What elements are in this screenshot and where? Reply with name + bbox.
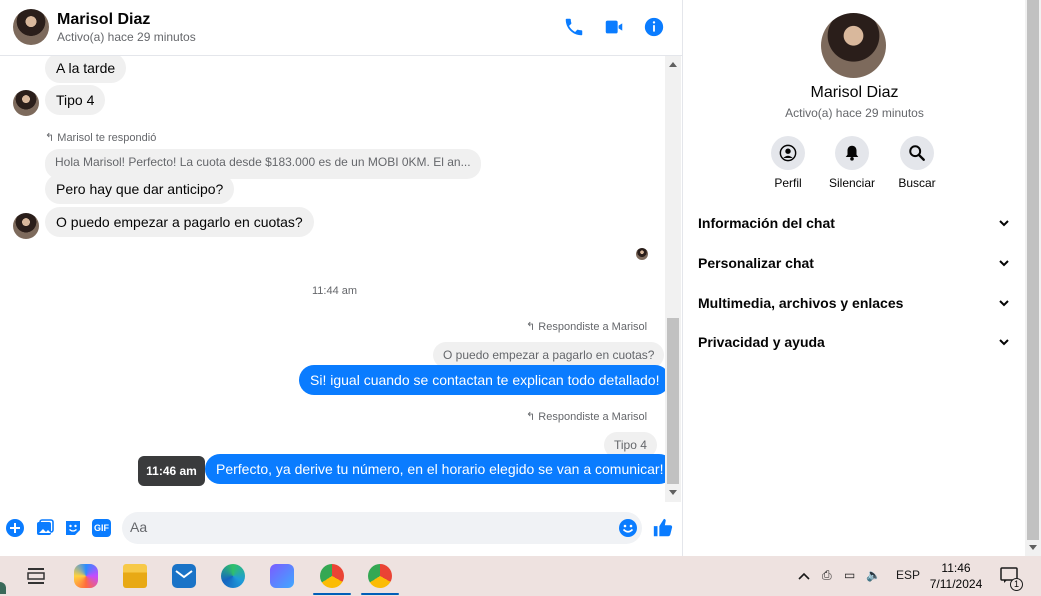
active-app-indicator — [313, 593, 351, 595]
reply-header: ↰ Marisol te respondió — [45, 131, 156, 144]
contact-status: Activo(a) hace 29 minutos — [57, 30, 196, 44]
message-incoming[interactable]: Tipo 4 — [45, 85, 106, 115]
profile-icon — [779, 144, 797, 162]
message-outgoing[interactable]: Si! igual cuando se contactan te explica… — [299, 365, 665, 395]
chevron-down-icon — [999, 260, 1009, 267]
clock-time: 11:46 — [941, 561, 971, 575]
section-label: Información del chat — [698, 215, 835, 231]
notification-badge: 1 — [1010, 578, 1023, 591]
contact-name[interactable]: Marisol Diaz — [57, 11, 150, 29]
profile-action[interactable]: Perfil — [753, 136, 823, 190]
reply-header-label: Marisol te respondió — [57, 132, 157, 144]
section-media-files[interactable]: Multimedia, archivos y enlaces — [698, 293, 1010, 313]
messenger-window: Marisol Diaz Activo(a) hace 29 minutos A… — [0, 0, 1041, 556]
widgets-edge — [0, 582, 6, 594]
composer: GIF — [0, 506, 682, 550]
gallery-icon[interactable] — [35, 518, 55, 538]
reply-header-label: Respondiste a Marisol — [538, 411, 648, 423]
chrome-profile-b-icon[interactable] — [368, 564, 392, 588]
profile-action-label: Perfil — [774, 176, 802, 190]
search-action-circle[interactable] — [900, 136, 934, 170]
volume-icon[interactable]: 🔈 — [866, 568, 881, 582]
contact-avatar[interactable] — [13, 9, 49, 45]
message-scrollbar[interactable] — [665, 56, 681, 502]
chat-panel: Marisol Diaz Activo(a) hace 29 minutos A… — [0, 0, 683, 556]
page-scroll-thumb[interactable] — [1027, 0, 1039, 540]
scroll-up-arrow[interactable] — [669, 62, 677, 67]
reply-arrow-icon: ↰ — [45, 132, 55, 144]
side-contact-name: Marisol Diaz — [810, 84, 899, 101]
info-icon[interactable] — [643, 16, 665, 38]
timestamp-divider: 11:44 am — [312, 285, 358, 297]
copilot-icon[interactable] — [74, 564, 98, 588]
gif-button[interactable]: GIF — [92, 519, 111, 537]
task-view-icon[interactable] — [24, 564, 48, 588]
page-scroll-down-arrow[interactable] — [1029, 545, 1037, 550]
edge-browser-icon[interactable] — [221, 564, 245, 588]
chevron-down-icon — [999, 339, 1009, 346]
section-label: Personalizar chat — [698, 255, 814, 271]
file-explorer-icon[interactable] — [123, 564, 147, 588]
message-incoming[interactable]: O puedo empezar a pagarlo en cuotas? — [45, 207, 314, 237]
chat-details-panel: Marisol Diaz Activo(a) hace 29 minutos P… — [684, 0, 1025, 556]
emoji-icon[interactable] — [618, 518, 638, 538]
search-action-label: Buscar — [898, 176, 936, 190]
search-icon — [909, 145, 925, 161]
time-tooltip: 11:46 am — [138, 456, 205, 486]
m365-icon[interactable] — [270, 564, 294, 588]
contact-avatar-large[interactable] — [821, 13, 886, 78]
page-scrollbar[interactable] — [1025, 0, 1041, 556]
mute-action[interactable]: Silenciar — [817, 136, 887, 190]
message-input[interactable] — [130, 519, 600, 535]
envelope-glyph — [175, 570, 193, 579]
plus-icon[interactable] — [5, 518, 25, 538]
section-label: Multimedia, archivos y enlaces — [698, 295, 904, 311]
language-indicator[interactable]: ESP — [896, 568, 920, 582]
chevron-down-icon — [999, 220, 1009, 227]
mute-action-circle[interactable] — [835, 136, 869, 170]
section-chat-info[interactable]: Información del chat — [698, 213, 1010, 233]
video-call-icon[interactable] — [603, 16, 625, 38]
reply-header: ↰ Respondiste a Marisol — [526, 320, 647, 333]
clock-date: 7/11/2024 — [929, 577, 983, 591]
message-incoming[interactable]: A la tarde — [45, 56, 127, 83]
seen-receipt-avatar — [636, 248, 648, 260]
scroll-thumb[interactable] — [667, 318, 679, 484]
side-contact-status: Activo(a) hace 29 minutos — [785, 106, 924, 120]
sender-avatar — [13, 90, 39, 116]
mute-action-label: Silenciar — [828, 176, 876, 190]
sender-avatar — [13, 213, 39, 239]
section-label: Privacidad y ayuda — [698, 334, 825, 350]
like-icon[interactable] — [652, 517, 674, 539]
active-app-indicator — [361, 593, 399, 595]
system-clock[interactable]: 11:46 7/11/2024 — [918, 560, 994, 592]
chat-header: Marisol Diaz Activo(a) hace 29 minutos — [0, 0, 682, 56]
message-input-box[interactable] — [122, 512, 642, 544]
windows-taskbar: ⎙ ▭ 🔈 ESP 11:46 7/11/2024 1 — [0, 556, 1041, 596]
chevron-down-icon — [999, 300, 1009, 307]
chevron-up-icon[interactable] — [797, 570, 811, 582]
reply-arrow-icon: ↰ — [526, 411, 536, 423]
message-list: A la tarde Tipo 4 ↰ Marisol te respondió… — [0, 56, 665, 502]
bell-icon — [845, 145, 859, 161]
search-action[interactable]: Buscar — [882, 136, 952, 190]
message-outgoing[interactable]: Perfecto, ya derive tu número, en el hor… — [205, 454, 665, 484]
phone-call-icon[interactable] — [563, 16, 585, 38]
reply-header: ↰ Respondiste a Marisol — [526, 410, 647, 423]
scroll-down-arrow[interactable] — [669, 490, 677, 495]
sticker-icon[interactable] — [63, 518, 83, 538]
section-privacy-help[interactable]: Privacidad y ayuda — [698, 332, 1010, 352]
battery-icon[interactable]: ▭ — [844, 568, 855, 582]
reply-header-label: Respondiste a Marisol — [538, 321, 648, 333]
mail-icon[interactable] — [172, 564, 196, 588]
message-incoming[interactable]: Pero hay que dar anticipo? — [45, 174, 235, 204]
chrome-profile-icon[interactable] — [320, 564, 344, 588]
section-customize-chat[interactable]: Personalizar chat — [698, 253, 1010, 273]
reply-arrow-icon: ↰ — [526, 321, 536, 333]
meet-now-icon[interactable]: ⎙ — [822, 568, 832, 583]
profile-action-circle[interactable] — [771, 136, 805, 170]
